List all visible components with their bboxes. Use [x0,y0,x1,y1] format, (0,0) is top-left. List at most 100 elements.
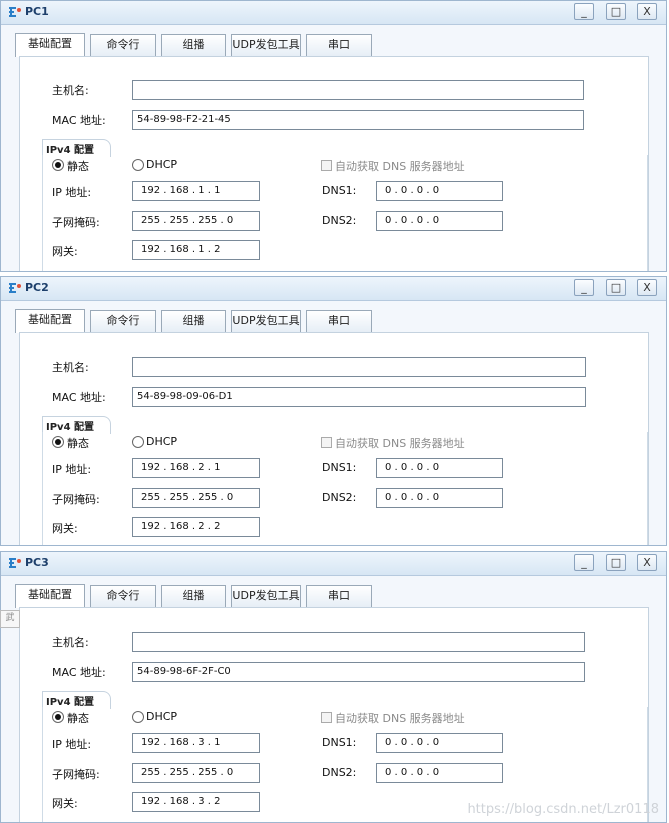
config-panel: 主机名: MAC 地址: 54-89-98-09-06-D1 IPv4 配置 静… [19,332,649,545]
dhcp-label: DHCP [146,435,178,448]
ip-input[interactable]: 192 . 168 . 1 . 1 [132,181,260,201]
network-device-icon [9,283,21,293]
dns1-input[interactable]: 0 . 0 . 0 . 0 [376,733,503,753]
auto-dns-label: 自动获取 DNS 服务器地址 [335,712,465,725]
dns1-input[interactable]: 0 . 0 . 0 . 0 [376,458,503,478]
tab-command-line[interactable]: 命令行 [90,585,156,607]
tab-udp-tool[interactable]: UDP发包工具 [231,34,301,56]
mac-label: MAC 地址: [52,666,106,679]
minimize-button[interactable]: _ [574,279,594,296]
hostname-label: 主机名: [52,84,89,97]
pc1-window: PC1 _ □ X 基础配置 命令行 组播 UDP发包工具 串口 主机名: MA… [0,0,667,272]
tab-basic-config[interactable]: 基础配置 [15,33,85,57]
dns2-label: DNS2: [322,766,357,779]
maximize-button[interactable]: □ [606,554,626,571]
dns2-input[interactable]: 0 . 0 . 0 . 0 [376,211,503,231]
close-button[interactable]: X [637,279,657,296]
config-panel: 主机名: MAC 地址: 54-89-98-6F-2F-C0 IPv4 配置 静… [19,607,649,822]
tab-command-line[interactable]: 命令行 [90,34,156,56]
tab-basic-config[interactable]: 基础配置 [15,309,85,333]
network-device-icon [9,7,21,17]
gateway-input[interactable]: 192 . 168 . 3 . 2 [132,792,260,812]
tab-command-line[interactable]: 命令行 [90,310,156,332]
gateway-label: 网关: [52,797,78,810]
dns1-label: DNS1: [322,461,357,474]
hostname-input[interactable] [132,357,586,377]
window-title: PC1 [25,5,49,18]
dns1-input[interactable]: 0 . 0 . 0 . 0 [376,181,503,201]
dhcp-radio[interactable] [132,711,144,723]
pc2-window: PC2 _ □ X 基础配置 命令行 组播 UDP发包工具 串口 主机名: MA… [0,276,667,546]
ip-input[interactable]: 192 . 168 . 3 . 1 [132,733,260,753]
titlebar[interactable]: PC3 _ □ X [1,552,666,576]
static-radio[interactable] [52,436,64,448]
mac-label: MAC 地址: [52,391,106,404]
gateway-label: 网关: [52,245,78,258]
tab-udp-tool[interactable]: UDP发包工具 [231,585,301,607]
dhcp-label: DHCP [146,710,178,723]
ip-label: IP 地址: [52,738,92,751]
ip-label: IP 地址: [52,463,92,476]
tab-serial[interactable]: 串口 [306,34,372,56]
static-radio[interactable] [52,159,64,171]
mac-field: 54-89-98-F2-21-45 [132,110,584,130]
dns2-input[interactable]: 0 . 0 . 0 . 0 [376,488,503,508]
tab-multicast[interactable]: 组播 [161,310,226,332]
tab-basic-config[interactable]: 基础配置 [15,584,85,608]
maximize-button[interactable]: □ [606,279,626,296]
gateway-input[interactable]: 192 . 168 . 1 . 2 [132,240,260,260]
auto-dns-checkbox[interactable] [321,160,332,171]
dhcp-label: DHCP [146,158,178,171]
static-radio[interactable] [52,711,64,723]
ip-label: IP 地址: [52,186,92,199]
hostname-label: 主机名: [52,361,89,374]
static-label: 静态 [67,712,89,725]
tab-serial[interactable]: 串口 [306,310,372,332]
config-panel: 主机名: MAC 地址: 54-89-98-F2-21-45 IPv4 配置 静… [19,56,649,271]
hostname-input[interactable] [132,80,584,100]
static-label: 静态 [67,160,89,173]
tab-multicast[interactable]: 组播 [161,585,226,607]
dns2-input[interactable]: 0 . 0 . 0 . 0 [376,763,503,783]
hostname-input[interactable] [132,632,585,652]
mask-input[interactable]: 255 . 255 . 255 . 0 [132,763,260,783]
dhcp-radio[interactable] [132,159,144,171]
auto-dns-checkbox[interactable] [321,712,332,723]
minimize-button[interactable]: _ [574,3,594,20]
mac-field: 54-89-98-6F-2F-C0 [132,662,585,682]
auto-dns-checkbox[interactable] [321,437,332,448]
dhcp-radio[interactable] [132,436,144,448]
mask-label: 子网掩码: [52,216,100,229]
mask-label: 子网掩码: [52,493,100,506]
gateway-input[interactable]: 192 . 168 . 2 . 2 [132,517,260,537]
static-label: 静态 [67,437,89,450]
mask-input[interactable]: 255 . 255 . 255 . 0 [132,488,260,508]
titlebar[interactable]: PC1 _ □ X [1,1,666,25]
dns1-label: DNS1: [322,736,357,749]
mask-input[interactable]: 255 . 255 . 255 . 0 [132,211,260,231]
auto-dns-label: 自动获取 DNS 服务器地址 [335,160,465,173]
tab-serial[interactable]: 串口 [306,585,372,607]
mask-label: 子网掩码: [52,768,100,781]
dns2-label: DNS2: [322,491,357,504]
dns2-label: DNS2: [322,214,357,227]
close-button[interactable]: X [637,554,657,571]
pc3-window: PC3 _ □ X 基础配置 命令行 组播 UDP发包工具 串口 主机名: MA… [0,551,667,823]
window-title: PC2 [25,281,49,294]
tab-multicast[interactable]: 组播 [161,34,226,56]
ip-input[interactable]: 192 . 168 . 2 . 1 [132,458,260,478]
tab-udp-tool[interactable]: UDP发包工具 [231,310,301,332]
dns1-label: DNS1: [322,184,357,197]
mac-field: 54-89-98-09-06-D1 [132,387,586,407]
close-button[interactable]: X [637,3,657,20]
minimize-button[interactable]: _ [574,554,594,571]
window-title: PC3 [25,556,49,569]
mac-label: MAC 地址: [52,114,106,127]
auto-dns-label: 自动获取 DNS 服务器地址 [335,437,465,450]
network-device-icon [9,558,21,568]
side-tooltip-fragment: 武 [0,610,20,628]
gateway-label: 网关: [52,522,78,535]
hostname-label: 主机名: [52,636,89,649]
maximize-button[interactable]: □ [606,3,626,20]
titlebar[interactable]: PC2 _ □ X [1,277,666,301]
